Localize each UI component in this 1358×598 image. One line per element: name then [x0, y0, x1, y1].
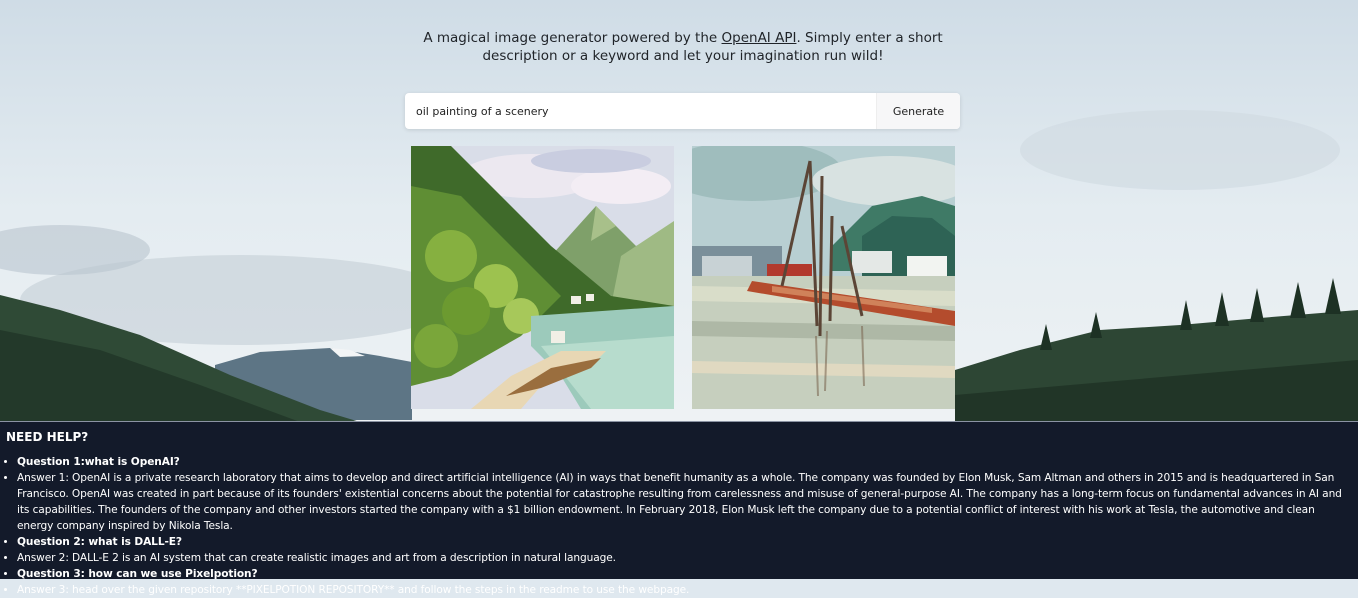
- generated-image-1[interactable]: [411, 146, 674, 409]
- prompt-input[interactable]: [405, 94, 881, 128]
- faq-answer-1: Answer 1: OpenAI is a private research l…: [17, 470, 1353, 534]
- generated-image-2[interactable]: [692, 146, 955, 409]
- tagline: A magical image generator powered by the…: [404, 29, 962, 65]
- tagline-text-start: A magical image generator powered by the: [423, 30, 722, 46]
- generate-button[interactable]: Generate: [876, 93, 960, 129]
- faq-question-2: Question 2: what is DALL-E?: [17, 534, 1353, 550]
- prompt-form: Generate: [405, 93, 960, 129]
- faq-answer-3: Answer 3: head over the given repository…: [17, 582, 1353, 598]
- faq-list: Question 1:what is OpenAI? Answer 1: Ope…: [0, 454, 1353, 598]
- faq-answer-2: Answer 2: DALL-E 2 is an AI system that …: [17, 550, 1353, 566]
- faq-question-3: Question 3: how can we use Pixelpotion?: [17, 566, 1353, 582]
- openai-api-link[interactable]: OpenAI API: [722, 30, 797, 46]
- help-section: NEED HELP? Question 1:what is OpenAI? An…: [0, 421, 1358, 596]
- help-title: NEED HELP?: [6, 430, 89, 444]
- faq-question-1: Question 1:what is OpenAI?: [17, 454, 1353, 470]
